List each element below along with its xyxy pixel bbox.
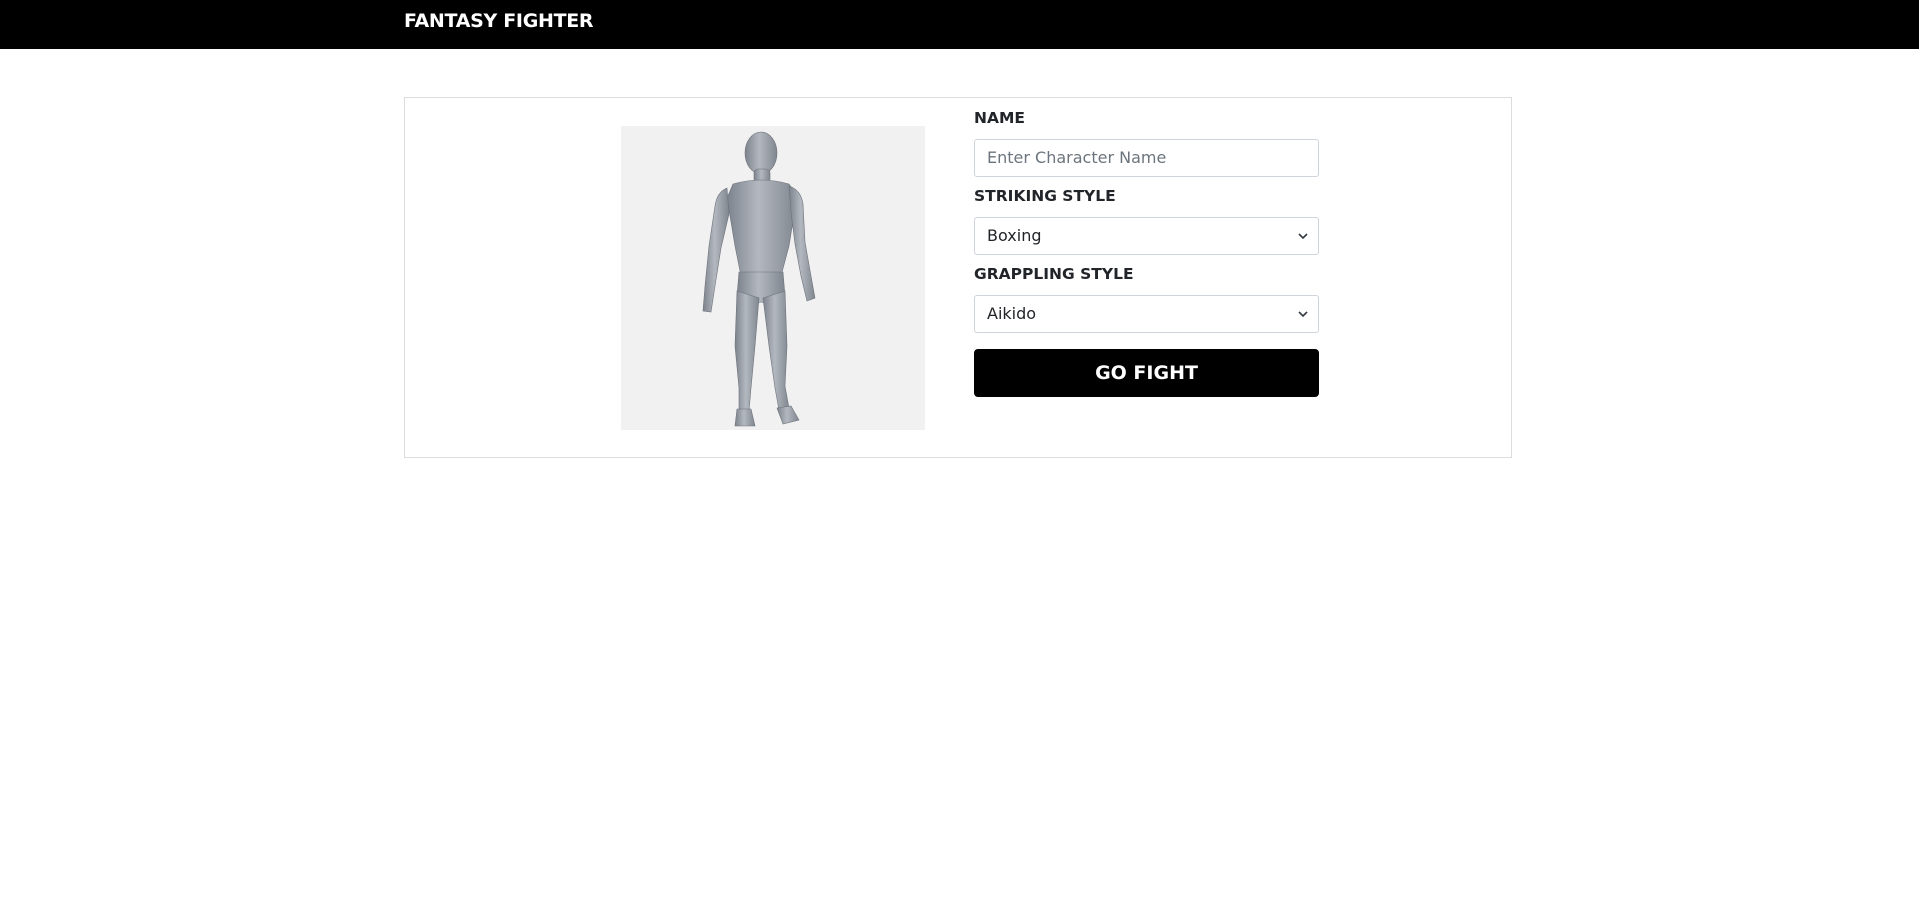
chevron-down-icon: [1298, 233, 1308, 240]
grappling-style-select[interactable]: Aikido: [974, 295, 1319, 333]
grappling-style-value: Aikido: [987, 304, 1037, 323]
character-preview: [621, 126, 925, 430]
character-name-input[interactable]: Enter Character Name: [974, 139, 1319, 177]
name-label: NAME: [974, 109, 1025, 127]
chevron-down-icon: [1298, 311, 1308, 318]
character-model-image: [702, 131, 816, 427]
striking-style-select[interactable]: Boxing: [974, 217, 1319, 255]
name-placeholder: Enter Character Name: [987, 148, 1167, 167]
grappling-style-label: GRAPPLING STYLE: [974, 265, 1134, 283]
brand-title[interactable]: FANTASY FIGHTER: [404, 10, 594, 32]
striking-style-label: STRIKING STYLE: [974, 187, 1116, 205]
character-creator-card: NAME Enter Character Name STRIKING STYLE…: [404, 97, 1512, 458]
go-fight-button[interactable]: GO FIGHT: [974, 349, 1319, 397]
character-form: NAME Enter Character Name STRIKING STYLE…: [974, 108, 1319, 397]
striking-style-value: Boxing: [987, 226, 1042, 245]
top-navbar: FANTASY FIGHTER: [0, 0, 1919, 49]
